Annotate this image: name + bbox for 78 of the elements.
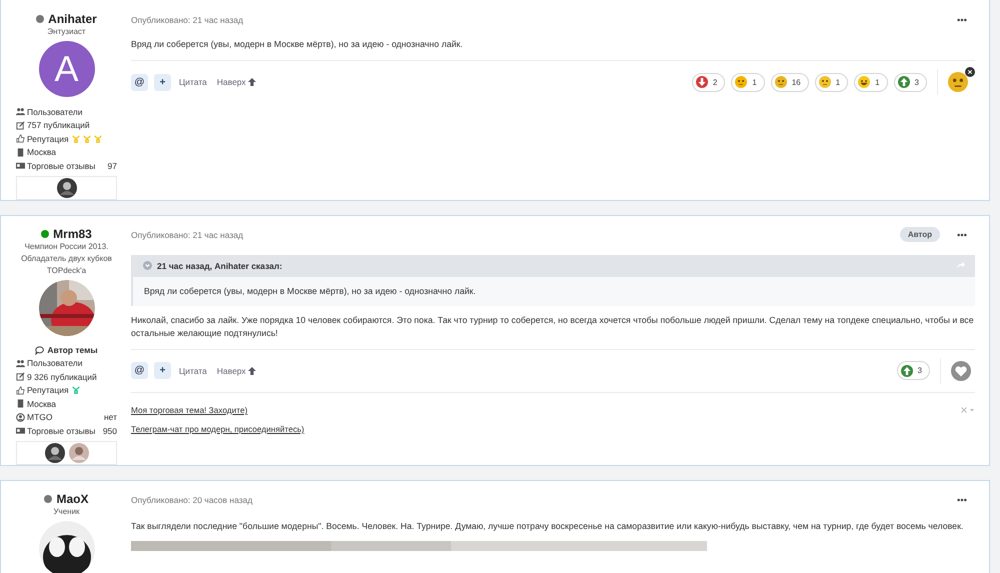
building-icon — [16, 399, 25, 408]
smiley-icon — [858, 76, 870, 88]
post-text: Вряд ли соберется (увы, модерн в Москве мёртв), но за идею - однозначно лайк. — [131, 38, 464, 51]
topic-author-label: Автор темы — [47, 345, 98, 355]
arrow-up-icon — [248, 78, 256, 86]
quote-link[interactable]: Цитата — [177, 366, 209, 376]
signature-link[interactable]: Моя торговая тема! Заходите) — [131, 405, 248, 415]
edit-icon — [16, 372, 25, 382]
id-card-icon — [16, 161, 25, 170]
edit-icon — [16, 120, 25, 130]
user-title: Обладатель двух кубков — [21, 252, 112, 264]
profile-stat: 757 публикаций — [27, 120, 90, 130]
profile-stat: Торговые отзывы — [27, 160, 96, 171]
reaction-count[interactable]: 1 — [854, 72, 888, 92]
id-card-icon — [16, 426, 25, 436]
profile-stat: Пользователи — [27, 106, 82, 117]
users-icon — [16, 107, 25, 116]
arrow-up-icon — [248, 366, 256, 374]
arrow-down-icon — [696, 76, 708, 88]
reaction-count[interactable]: 3 — [894, 72, 927, 92]
author-name[interactable]: MaoX — [56, 492, 88, 506]
top-link[interactable]: Наверх — [214, 77, 258, 87]
users-icon — [16, 358, 25, 368]
user-title: Чемпион России 2013. — [24, 240, 108, 252]
close-icon[interactable] — [965, 67, 975, 77]
smiley-icon — [774, 76, 787, 88]
user-title: TOPdeck'a — [46, 264, 86, 276]
thumb-up-icon — [16, 134, 25, 144]
speech-bubble-icon — [35, 346, 44, 354]
profile-stat: Москва — [27, 398, 56, 409]
profile-stat-value: 950 — [102, 426, 117, 436]
building-icon — [16, 148, 25, 157]
mention-button[interactable]: @ — [131, 362, 148, 379]
post-text: Николай, спасибо за лайк. Уже порядка 10 человек собираются. Это пока. Так что турнир то соберется, но всегда хочется чтобы побольше людей пришли. Сделал тему на топдеке специально, чтобы и все остальные желающие подтянулись! — [131, 314, 975, 340]
reaction-count[interactable]: 3 — [896, 361, 930, 380]
profile-stat: Торговые отзывы — [27, 426, 96, 436]
publish-time: Опубликовано: 20 часов назад — [131, 494, 252, 504]
profile-stat: MTGO — [27, 412, 52, 422]
heart-button[interactable] — [951, 360, 971, 380]
quote-link[interactable]: Цитата — [177, 77, 209, 87]
more-icon[interactable] — [957, 18, 967, 22]
profile-stat: Репутация — [27, 134, 69, 144]
signature-link[interactable]: Телеграм-чат про модерн, присоединяйтесь) — [131, 424, 304, 434]
user-title: Ученик — [53, 506, 80, 518]
user-title: Энтузиаст — [47, 26, 86, 38]
smiley-icon — [948, 72, 968, 92]
mention-button[interactable]: @ — [131, 74, 148, 90]
publish-time: Опубликовано: 21 час назад — [131, 15, 244, 25]
arrow-up-icon — [898, 76, 910, 88]
more-icon[interactable] — [957, 232, 967, 236]
smiley-icon — [818, 76, 831, 88]
top-link[interactable]: Наверх — [214, 366, 258, 376]
author-name[interactable]: Mrm83 — [53, 226, 92, 240]
profile-stat: Пользователи — [27, 358, 82, 368]
profile-stat: 9 326 публикаций — [27, 372, 97, 382]
user-circle-icon — [16, 412, 25, 422]
profile-stat-value: 97 — [108, 160, 117, 171]
profile-stat: Репутация — [27, 385, 69, 396]
selected-reaction[interactable] — [948, 67, 975, 92]
reaction-count[interactable]: 1 — [814, 72, 848, 92]
multiquote-button[interactable]: + — [154, 362, 171, 379]
profile-stat: Москва — [27, 147, 56, 158]
smiley-icon — [735, 76, 748, 88]
post-text: Так выглядели последние "большие модерны". Восемь. Человек. На. Турнире. Думаю, лучше потрачу воскресенье на саморазвитие или какую-нибудь выставку, чем на турнир, где будет восемь человек. — [131, 520, 964, 532]
author-badge: Автор — [900, 227, 940, 242]
reaction-count[interactable]: 16 — [770, 72, 809, 92]
thumb-up-icon — [16, 386, 25, 395]
reaction-count[interactable]: 2 — [692, 72, 726, 92]
profile-stat-value: нет — [104, 412, 117, 422]
multiquote-button[interactable]: + — [154, 74, 171, 90]
avatar[interactable]: A — [38, 41, 94, 97]
more-icon[interactable] — [957, 498, 967, 502]
arrow-up-icon — [900, 364, 913, 376]
quote-text: Вряд ли соберется (увы, модерн в Москве мёртв), но за идею - однозначно лайк. — [143, 284, 477, 298]
reaction-count[interactable]: 1 — [731, 72, 765, 92]
author-name[interactable]: Anihater — [48, 12, 97, 26]
publish-time: Опубликовано: 21 час назад — [131, 230, 244, 240]
quote-header: 21 час назад, Anihater сказал: — [157, 260, 282, 270]
